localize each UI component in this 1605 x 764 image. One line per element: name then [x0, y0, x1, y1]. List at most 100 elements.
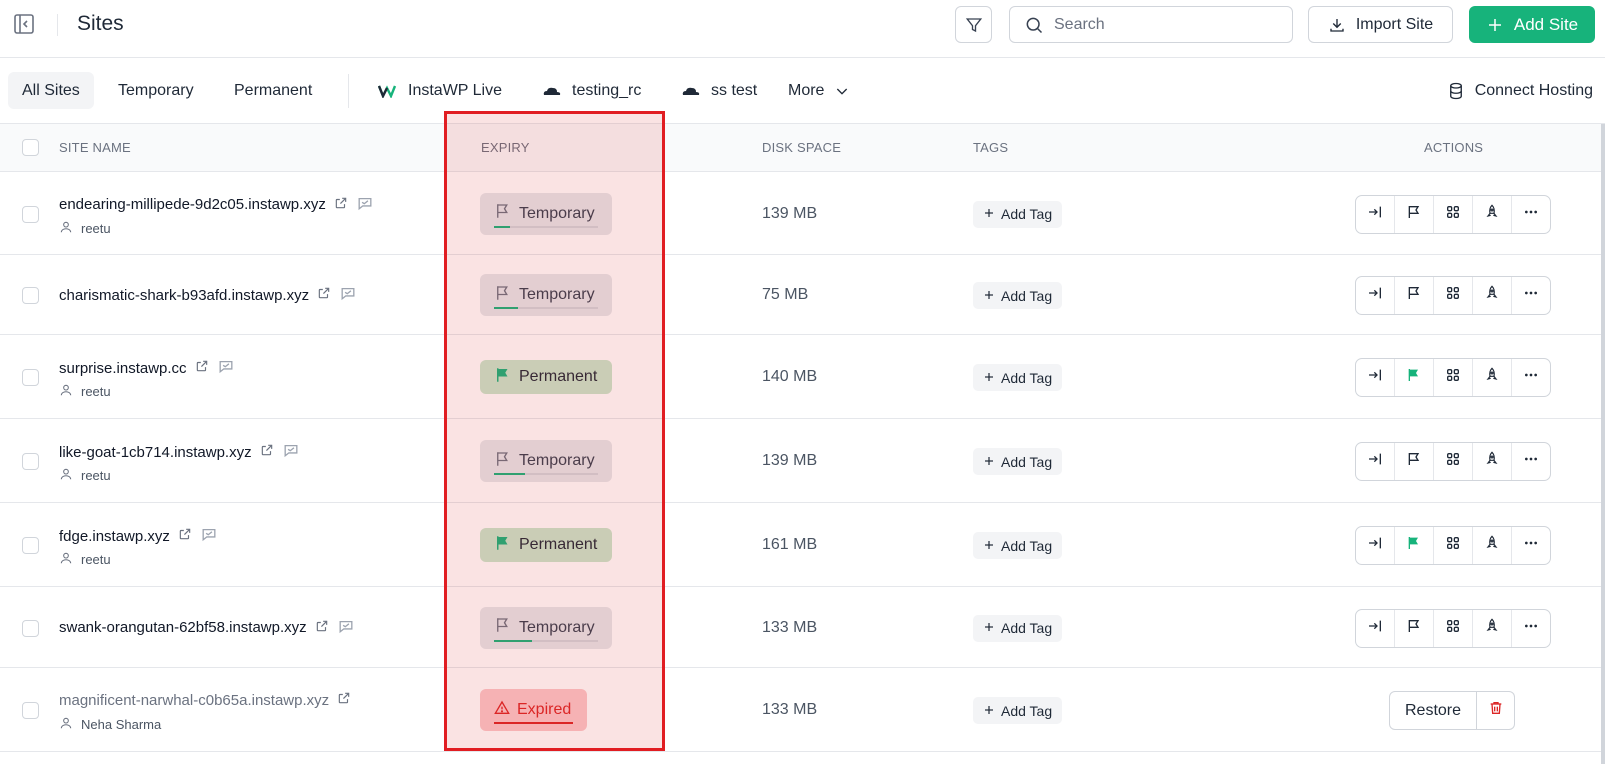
site-name-link[interactable]: like-goat-1cb714.instawp.xyz [59, 444, 252, 461]
filter-button[interactable] [955, 6, 992, 43]
plus-icon [983, 370, 995, 386]
search-input[interactable] [1054, 15, 1274, 34]
chat-icon[interactable] [356, 195, 374, 215]
add-tag-button[interactable]: Add Tag [973, 697, 1063, 724]
row-checkbox[interactable] [22, 453, 39, 470]
expiry-badge-permanent[interactable]: Permanent [480, 360, 612, 394]
row-checkbox[interactable] [22, 369, 39, 386]
more-actions-button[interactable] [1512, 277, 1550, 314]
more-actions-button[interactable] [1512, 196, 1550, 233]
chat-icon[interactable] [282, 442, 300, 462]
tab-instawp-live[interactable]: InstaWP Live [364, 72, 516, 109]
deploy-button[interactable] [1473, 277, 1512, 314]
owner-name: Neha Sharma [81, 717, 162, 732]
deploy-button[interactable] [1473, 443, 1512, 480]
expiry-toggle-button[interactable] [1395, 195, 1434, 233]
plus-icon [1488, 18, 1501, 31]
site-name-link[interactable]: swank-orangutan-62bf58.instawp.xyz [59, 619, 307, 636]
add-tag-button[interactable]: Add Tag [973, 448, 1063, 475]
more-actions-button[interactable] [1512, 443, 1550, 480]
scrollbar[interactable] [1601, 124, 1605, 764]
sidebar-collapse-icon[interactable] [12, 12, 36, 36]
expiry-toggle-button[interactable] [1395, 609, 1434, 647]
external-link-icon[interactable] [315, 619, 329, 637]
add-tag-button[interactable]: Add Tag [973, 614, 1063, 642]
row-checkbox[interactable] [22, 205, 39, 223]
login-button[interactable] [1356, 527, 1395, 564]
site-name-link[interactable]: charismatic-shark-b93afd.instawp.xyz [59, 287, 309, 304]
expiry-toggle-button[interactable] [1395, 443, 1434, 480]
external-link-icon[interactable] [178, 527, 192, 545]
trash-icon [1488, 700, 1504, 721]
apps-button[interactable] [1434, 443, 1473, 480]
row-checkbox[interactable] [22, 287, 39, 304]
connect-hosting-button[interactable]: Connect Hosting [1447, 72, 1593, 109]
chat-icon[interactable] [337, 618, 355, 638]
apps-button[interactable] [1434, 195, 1473, 233]
tab-testing-rc[interactable]: testing_rc [528, 72, 655, 109]
site-name-link[interactable]: magnificent-narwhal-c0b65a.instawp.xyz [59, 692, 329, 709]
add-tag-button[interactable]: Add Tag [973, 364, 1063, 391]
select-all-checkbox[interactable] [22, 139, 39, 156]
rocket-icon [1484, 535, 1500, 556]
apps-button[interactable] [1434, 359, 1473, 396]
expiry-badge-expired[interactable]: Expired [480, 689, 587, 731]
add-tag-button[interactable]: Add Tag [973, 282, 1063, 309]
more-dropdown[interactable]: More [774, 72, 864, 109]
expiry-badge-temporary[interactable]: Temporary [480, 606, 612, 649]
apps-button[interactable] [1434, 277, 1473, 314]
site-name-link[interactable]: fdge.instawp.xyz [59, 528, 170, 545]
expiry-toggle-button[interactable] [1395, 527, 1434, 564]
delete-button[interactable] [1477, 691, 1515, 730]
tab-all-sites[interactable]: All Sites [8, 72, 94, 109]
chat-icon[interactable] [200, 526, 218, 546]
more-actions-button[interactable] [1512, 610, 1550, 647]
expiry-toggle-button[interactable] [1395, 277, 1434, 314]
site-name-link[interactable]: surprise.instawp.cc [59, 360, 187, 377]
login-button[interactable] [1356, 359, 1395, 396]
add-site-button[interactable]: Add Site [1469, 6, 1595, 43]
deploy-button[interactable] [1473, 527, 1512, 564]
row-checkbox[interactable] [22, 619, 39, 637]
external-link-icon[interactable] [260, 443, 274, 461]
flag-outline-icon [494, 284, 512, 307]
expiry-badge-temporary[interactable]: Temporary [480, 274, 612, 316]
login-button[interactable] [1356, 609, 1395, 647]
external-link-icon[interactable] [334, 196, 348, 214]
login-button[interactable] [1356, 277, 1395, 314]
expiry-toggle-button[interactable] [1395, 359, 1434, 396]
external-link-icon[interactable] [317, 286, 331, 304]
expiry-badge-temporary[interactable]: Temporary [480, 192, 612, 235]
restore-button[interactable]: Restore [1389, 691, 1477, 730]
tab-ss-test[interactable]: ss test [667, 72, 771, 109]
search-input-wrapper[interactable] [1009, 6, 1293, 43]
owner-name: reetu [81, 384, 111, 399]
row-checkbox[interactable] [22, 702, 39, 719]
deploy-button[interactable] [1473, 609, 1512, 647]
tab-permanent[interactable]: Permanent [220, 72, 326, 109]
connect-hosting-label: Connect Hosting [1474, 81, 1593, 99]
add-tag-button[interactable]: Add Tag [973, 532, 1063, 559]
tab-temporary[interactable]: Temporary [104, 72, 208, 109]
external-link-icon[interactable] [195, 359, 209, 377]
chat-icon[interactable] [339, 285, 357, 305]
row-checkbox[interactable] [22, 537, 39, 554]
import-site-button[interactable]: Import Site [1308, 6, 1453, 43]
site-name-link[interactable]: endearing-millipede-9d2c05.instawp.xyz [59, 196, 326, 213]
login-button[interactable] [1356, 195, 1395, 233]
login-button[interactable] [1356, 443, 1395, 480]
chat-icon[interactable] [217, 358, 235, 378]
external-link-icon[interactable] [337, 691, 351, 709]
row-actions [1355, 442, 1551, 481]
more-actions-button[interactable] [1512, 359, 1550, 396]
more-actions-button[interactable] [1512, 527, 1550, 564]
deploy-button[interactable] [1473, 359, 1512, 396]
expiry-badge-permanent[interactable]: Permanent [480, 528, 612, 562]
expiry-badge-temporary[interactable]: Temporary [480, 440, 612, 482]
apps-button[interactable] [1434, 609, 1473, 647]
more-horizontal-icon [1523, 367, 1539, 388]
deploy-button[interactable] [1473, 195, 1512, 233]
apps-button[interactable] [1434, 527, 1473, 564]
add-tag-button[interactable]: Add Tag [973, 200, 1063, 228]
rocket-icon [1484, 203, 1500, 225]
